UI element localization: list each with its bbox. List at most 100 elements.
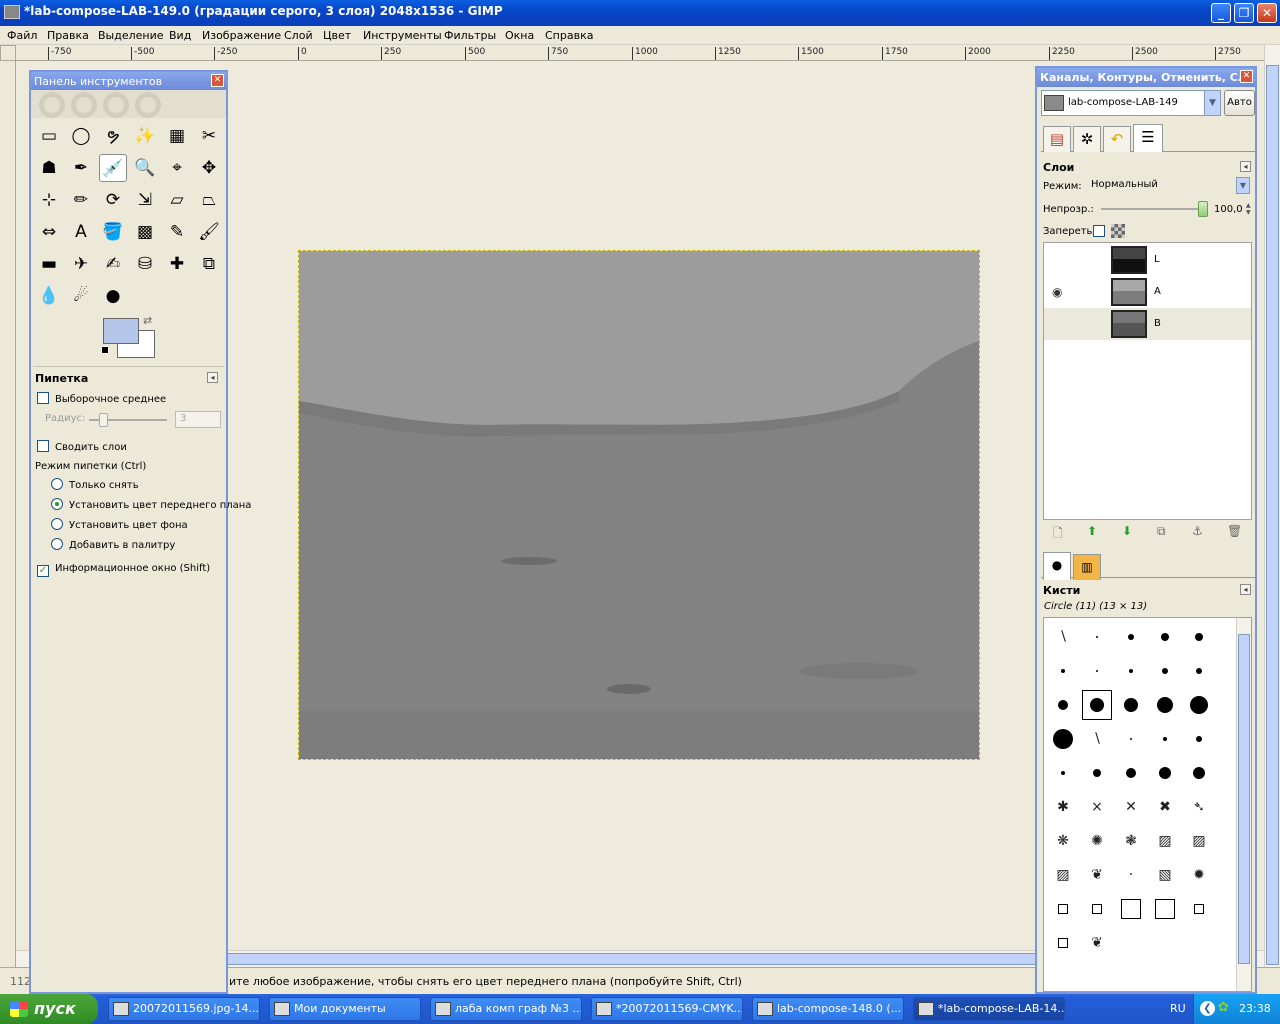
pick-mode-set-fg[interactable]: Установить цвет переднего плана: [51, 498, 251, 511]
free-select-icon[interactable]: ຯ: [99, 122, 127, 150]
flip-icon[interactable]: ⇔: [35, 218, 63, 246]
brush-item[interactable]: [1048, 894, 1078, 924]
brush-item[interactable]: [1150, 656, 1180, 686]
color-select-icon[interactable]: ▦: [163, 122, 191, 150]
perspective-icon[interactable]: ⏢: [195, 186, 223, 214]
align-icon[interactable]: ⊹: [35, 186, 63, 214]
brush-item[interactable]: [1184, 894, 1214, 924]
menu-file[interactable]: Файл: [7, 29, 37, 42]
taskbar-button[interactable]: lab-compose-148.0 (...: [752, 997, 904, 1021]
brush-item[interactable]: [1150, 690, 1180, 720]
layers-menu-icon[interactable]: ◂: [1240, 161, 1251, 172]
taskbar-button[interactable]: *20072011569-CMYK...: [591, 997, 743, 1021]
tray-expand-icon[interactable]: ❮: [1200, 1001, 1215, 1016]
brush-item[interactable]: [1082, 690, 1112, 720]
rect-select-icon[interactable]: ▭: [35, 122, 63, 150]
start-button[interactable]: пуск: [0, 994, 98, 1024]
taskbar-button[interactable]: *lab-compose-LAB-14...: [913, 997, 1065, 1021]
set-foreground-radio[interactable]: [51, 498, 63, 510]
ink-icon[interactable]: ✍: [99, 250, 127, 278]
brush-scrollbar[interactable]: [1236, 618, 1251, 991]
blend-icon[interactable]: ▩: [131, 218, 159, 246]
text-icon[interactable]: A: [67, 218, 95, 246]
shear-icon[interactable]: ▱: [163, 186, 191, 214]
brush-item[interactable]: ▨: [1184, 826, 1214, 856]
maximize-button[interactable]: ❐: [1234, 3, 1254, 23]
brush-item[interactable]: [1082, 622, 1112, 652]
horizontal-ruler[interactable]: -750 -500 -250 0 250 500 750 1000 1250 1…: [16, 45, 1264, 61]
swap-colors-icon[interactable]: ⇄: [143, 314, 152, 327]
brush-item[interactable]: [1150, 758, 1180, 788]
menu-image[interactable]: Изображение: [202, 29, 281, 42]
paintbrush-icon[interactable]: 🖌: [195, 218, 223, 246]
horizontal-scroll-thumb[interactable]: [226, 953, 1056, 965]
dock-title[interactable]: Каналы, Контуры, Отменить, Сло... ✕: [1037, 68, 1255, 87]
scissors-icon[interactable]: ✂: [195, 122, 223, 150]
tool-options-menu-icon[interactable]: ◂: [207, 372, 218, 383]
brush-item[interactable]: [1184, 690, 1214, 720]
delete-layer-icon[interactable]: 🗑: [1227, 524, 1242, 538]
sample-average-option[interactable]: Выборочное среднее: [37, 392, 166, 405]
menu-view[interactable]: Вид: [169, 29, 191, 42]
brush-item[interactable]: [1116, 622, 1146, 652]
fuzzy-select-icon[interactable]: ✨: [131, 122, 159, 150]
vertical-scrollbar[interactable]: [1264, 45, 1280, 967]
raise-layer-icon[interactable]: ⬆: [1087, 524, 1097, 538]
minimize-button[interactable]: _: [1211, 3, 1231, 23]
heal-icon[interactable]: ✚: [163, 250, 191, 278]
measure-icon[interactable]: ⌖: [163, 154, 191, 182]
sample-average-checkbox[interactable]: [37, 392, 49, 404]
menu-filters[interactable]: Фильтры: [444, 29, 496, 42]
add-to-palette-radio[interactable]: [51, 538, 63, 550]
merge-layers-option[interactable]: Сводить слои: [37, 440, 127, 453]
brush-item[interactable]: [1048, 690, 1078, 720]
brush-item[interactable]: [1150, 894, 1180, 924]
toolbox-title[interactable]: Панель инструментов ✕: [31, 72, 226, 90]
eye-icon[interactable]: ◉: [1052, 285, 1062, 299]
brush-item[interactable]: ❦: [1082, 928, 1112, 958]
brush-item[interactable]: [1150, 724, 1180, 754]
radius-spinner[interactable]: 3: [175, 411, 221, 428]
brush-item[interactable]: ✱: [1048, 792, 1078, 822]
foreground-select-icon[interactable]: ☗: [35, 154, 63, 182]
opacity-spin-arrows[interactable]: ▲ ▼: [1246, 202, 1255, 217]
ellipse-select-icon[interactable]: ◯: [67, 122, 95, 150]
paths-icon[interactable]: ✒: [67, 154, 95, 182]
menu-layer[interactable]: Слой: [284, 29, 313, 42]
radius-slider-handle[interactable]: [99, 413, 108, 427]
brush-item[interactable]: [1048, 758, 1078, 788]
brush-item[interactable]: [1150, 622, 1180, 652]
brush-item[interactable]: ✖: [1150, 792, 1180, 822]
airbrush-icon[interactable]: ✈: [67, 250, 95, 278]
close-button[interactable]: ✕: [1257, 3, 1277, 23]
taskbar-button[interactable]: Мои документы: [269, 997, 421, 1021]
layer-mode-select[interactable]: Нормальный ▼: [1089, 177, 1250, 195]
title-bar[interactable]: *lab-compose-LAB-149.0 (градации серого,…: [0, 0, 1280, 26]
wilber-drop-area[interactable]: [31, 90, 226, 118]
pick-only-radio[interactable]: [51, 478, 63, 490]
layer-row[interactable]: B: [1044, 308, 1251, 340]
scale-icon[interactable]: ⇲: [131, 186, 159, 214]
pick-mode-add-palette[interactable]: Добавить в палитру: [51, 538, 175, 551]
brush-item[interactable]: [1116, 894, 1146, 924]
color-picker-icon[interactable]: 💉: [99, 154, 127, 182]
new-layer-icon[interactable]: 🗋: [1053, 524, 1063, 545]
opacity-slider-track[interactable]: [1101, 208, 1203, 210]
brush-item[interactable]: [1048, 928, 1078, 958]
image-selector[interactable]: lab-compose-LAB-149 ▼: [1041, 90, 1221, 116]
brush-item[interactable]: ×: [1082, 792, 1112, 822]
brush-item[interactable]: [1184, 622, 1214, 652]
brush-item[interactable]: ❦: [1082, 860, 1112, 890]
brush-item[interactable]: ▨: [1048, 860, 1078, 890]
patterns-tab-icon[interactable]: ▥: [1073, 554, 1101, 580]
pencil-icon[interactable]: ✎: [163, 218, 191, 246]
toolbox-close-button[interactable]: ✕: [211, 74, 224, 87]
paths-tab-icon[interactable]: ✲: [1073, 126, 1101, 152]
zoom-icon[interactable]: 🔍: [131, 154, 159, 182]
vertical-ruler[interactable]: [0, 61, 16, 967]
menu-windows[interactable]: Окна: [505, 29, 534, 42]
brush-item[interactable]: [1048, 656, 1078, 686]
menu-edit[interactable]: Правка: [47, 29, 89, 42]
crop-icon[interactable]: ✏: [67, 186, 95, 214]
default-colors-icon[interactable]: [101, 346, 109, 354]
